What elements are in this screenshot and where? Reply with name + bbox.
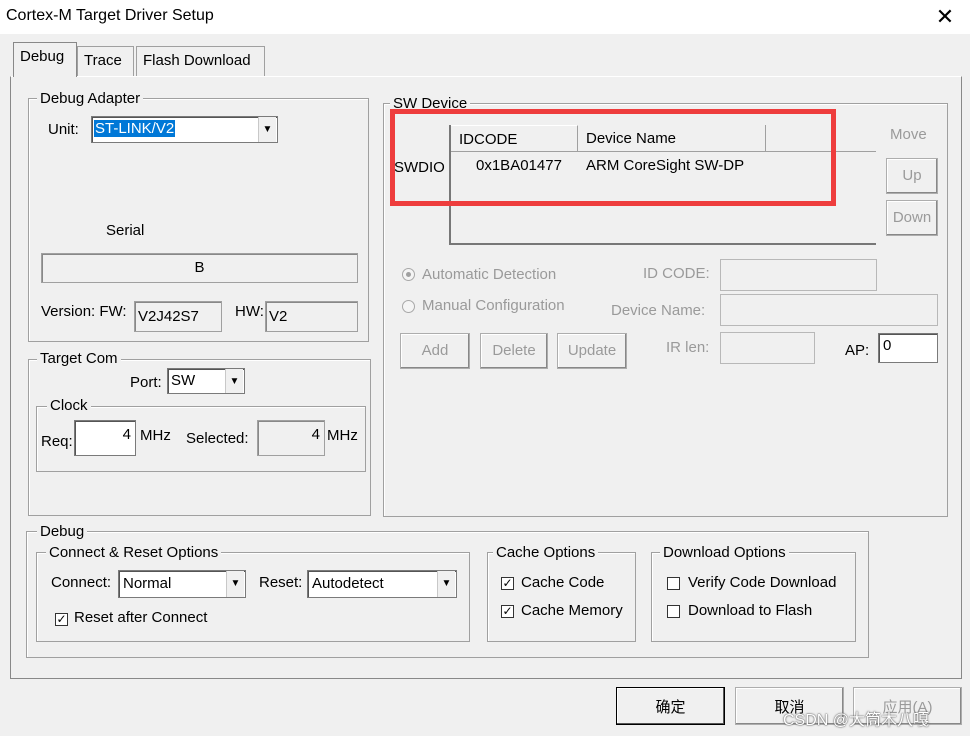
close-icon[interactable]: ✕ — [932, 4, 958, 30]
tab-label: Debug — [20, 48, 65, 65]
tab-flash-download[interactable]: Flash Download — [136, 46, 265, 76]
checkmark-icon: ✓ — [56, 612, 67, 626]
unit-select[interactable]: ST-LINK/V2 ▼ — [91, 116, 278, 143]
connect-select[interactable]: Normal ▼ — [118, 570, 246, 598]
move-label: Move — [890, 126, 927, 143]
selected-field: 4 — [257, 420, 325, 456]
download-to-flash-checkbox[interactable] — [667, 605, 680, 618]
chevron-down-icon[interactable]: ▼ — [258, 117, 276, 142]
debug-adapter-legend: Debug Adapter — [37, 90, 144, 107]
cache-memory-label: Cache Memory — [521, 602, 623, 619]
fw-value: V2J42S7 — [138, 308, 199, 325]
auto-detect-radio[interactable] — [402, 268, 415, 281]
window-title: Cortex-M Target Driver Setup — [6, 7, 214, 24]
serial-value: B — [194, 259, 205, 276]
download-to-flash-label: Download to Flash — [688, 602, 813, 619]
csdn-watermark: CSDN @大筒木八嘎 — [783, 712, 930, 729]
radio-dot-icon — [406, 272, 411, 277]
tab-debug[interactable]: Debug — [13, 42, 77, 77]
tab-trace[interactable]: Trace — [77, 46, 134, 76]
cache-options-legend: Cache Options — [493, 544, 599, 561]
cache-code-label: Cache Code — [521, 574, 605, 591]
verify-code-download-label: Verify Code Download — [688, 574, 837, 591]
ok-button[interactable]: 确定 — [616, 687, 725, 725]
title-bar: Cortex-M Target Driver Setup ✕ — [0, 0, 970, 34]
add-button-label: Add — [421, 342, 449, 359]
port-value: SW — [171, 372, 196, 389]
up-button[interactable]: Up — [886, 158, 938, 194]
delete-button-label: Delete — [492, 342, 536, 359]
ir-len-label: IR len: — [666, 339, 710, 356]
manual-config-radio[interactable] — [402, 300, 415, 313]
ap-value: 0 — [883, 337, 892, 354]
version-fw-label: Version: FW: — [41, 303, 127, 320]
ap-input[interactable]: 0 — [878, 333, 938, 363]
serial-label: Serial — [106, 222, 145, 239]
chevron-down-icon[interactable]: ▼ — [437, 571, 455, 597]
req-label: Req: — [41, 433, 73, 450]
target-com-legend: Target Com — [37, 350, 121, 367]
reset-label: Reset: — [259, 574, 303, 591]
clock-legend: Clock — [47, 397, 91, 414]
checkmark-icon: ✓ — [502, 576, 513, 590]
up-button-label: Up — [902, 167, 922, 184]
red-highlight-box — [390, 109, 836, 206]
selected-label: Selected: — [186, 430, 249, 447]
unit-label: Unit: — [48, 121, 79, 138]
manual-config-label: Manual Configuration — [422, 297, 565, 314]
chevron-down-icon[interactable]: ▼ — [225, 369, 243, 393]
selected-value: 4 — [311, 426, 320, 443]
unit-value: ST-LINK/V2 — [94, 120, 176, 137]
cache-code-checkbox[interactable]: ✓ — [501, 577, 514, 590]
cache-memory-checkbox[interactable]: ✓ — [501, 605, 514, 618]
checkmark-icon: ✓ — [502, 604, 513, 618]
fw-field: V2J42S7 — [134, 301, 222, 332]
debug-legend: Debug — [37, 523, 88, 540]
id-code-input[interactable] — [720, 259, 877, 291]
id-code-label: ID CODE: — [643, 265, 710, 282]
device-name-label: Device Name: — [611, 302, 706, 319]
device-name-input[interactable] — [720, 294, 938, 326]
chevron-down-icon[interactable]: ▼ — [226, 571, 244, 597]
tab-label: Flash Download — [143, 52, 251, 69]
connect-label: Connect: — [51, 574, 112, 591]
port-select[interactable]: SW ▼ — [167, 368, 245, 394]
reset-select[interactable]: Autodetect ▼ — [307, 570, 457, 598]
req-input[interactable]: 4 — [74, 420, 136, 456]
down-button-label: Down — [892, 209, 932, 226]
tab-label: Trace — [84, 52, 122, 69]
ap-label: AP: — [845, 342, 870, 359]
connect-reset-legend: Connect & Reset Options — [46, 544, 222, 561]
download-options-legend: Download Options — [660, 544, 789, 561]
connect-value: Normal — [123, 575, 172, 592]
reset-after-connect-checkbox[interactable]: ✓ — [55, 613, 68, 626]
down-button[interactable]: Down — [886, 200, 938, 236]
delete-button[interactable]: Delete — [480, 333, 548, 369]
add-button[interactable]: Add — [400, 333, 470, 369]
hw-value: V2 — [269, 308, 288, 325]
selected-unit: MHz — [327, 427, 358, 444]
port-label: Port: — [130, 374, 162, 391]
cache-options-group — [487, 552, 636, 642]
verify-code-download-checkbox[interactable] — [667, 577, 680, 590]
serial-field: B — [41, 253, 358, 283]
reset-after-connect-label: Reset after Connect — [74, 609, 208, 626]
auto-detect-label: Automatic Detection — [422, 266, 557, 283]
reset-value: Autodetect — [312, 575, 384, 592]
update-button-label: Update — [567, 342, 617, 359]
hw-field: V2 — [265, 301, 358, 332]
ok-button-label: 确定 — [655, 699, 686, 716]
ir-len-input[interactable] — [720, 332, 815, 364]
req-unit: MHz — [140, 427, 171, 444]
download-options-group — [651, 552, 856, 642]
update-button[interactable]: Update — [557, 333, 627, 369]
req-value: 4 — [122, 426, 131, 443]
hw-label: HW: — [235, 303, 264, 320]
